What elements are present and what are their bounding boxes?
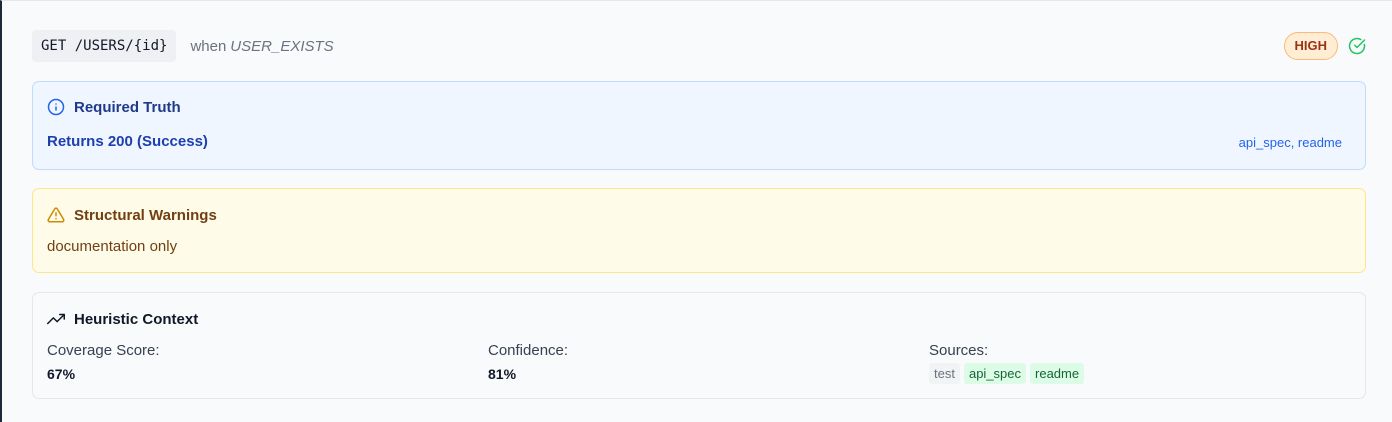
required-truth-sources: api_spec, readme [1238,135,1342,150]
trending-up-icon [47,310,65,328]
required-truth-title: Required Truth [74,98,181,116]
condition-name: USER_EXISTS [230,37,334,55]
structural-warnings-header: Structural Warnings [47,206,217,224]
coverage-value: 67% [47,366,76,382]
confidence-metric: Confidence: 81% [488,342,568,382]
warning-triangle-icon [47,206,65,224]
required-truth-text: Returns 200 (Success) [47,133,208,150]
source-chip-readme: readme [1030,363,1085,384]
confidence-value: 81% [488,366,517,382]
check-circle-icon [1348,37,1366,55]
source-chip-api-spec: api_spec [963,363,1027,384]
structural-warnings-text: documentation only [47,238,178,255]
required-truth-header: Required Truth [47,98,181,116]
source-chips: test api_spec readme [929,363,1085,384]
confidence-label: Confidence: [488,342,569,359]
when-prefix: when [190,37,227,55]
severity-badge: HIGH [1283,32,1338,60]
rule-header: GET /USERS/{id} when USER_EXISTS HIGH [32,30,1366,62]
coverage-label: Coverage Score: [47,342,160,359]
heuristic-context-header: Heuristic Context [47,310,198,328]
status-cluster: HIGH [1283,32,1367,60]
when-clause: when USER_EXISTS [190,38,333,55]
structural-warnings-panel: Structural Warnings documentation only [32,188,1366,273]
source-chip-test: test [929,363,960,384]
info-circle-icon [47,98,65,116]
heuristic-context-title: Heuristic Context [74,310,199,328]
endpoint-code: GET /USERS/{id} [32,30,177,62]
heuristic-context-panel: Heuristic Context Coverage Score: 67% Co… [32,292,1366,399]
sources-metric: Sources: test api_spec readme [929,342,1085,384]
required-truth-panel: Required Truth Returns 200 (Success) api… [32,81,1366,170]
coverage-metric: Coverage Score: 67% [47,342,160,382]
structural-warnings-title: Structural Warnings [74,206,217,224]
rule-card: GET /USERS/{id} when USER_EXISTS HIGH Re… [0,0,1392,422]
sources-label: Sources: [929,342,989,359]
